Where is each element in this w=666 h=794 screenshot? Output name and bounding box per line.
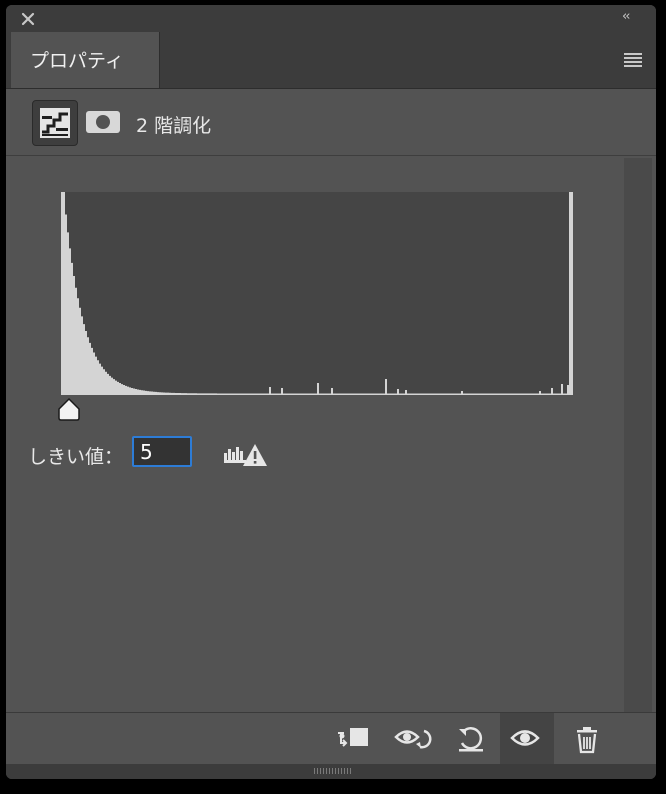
tab-properties[interactable]: プロパティ	[11, 32, 160, 88]
hamburger-menu-icon[interactable]	[624, 53, 642, 67]
reset-button[interactable]	[446, 713, 496, 765]
panel-title-bar: ‹‹	[6, 5, 656, 32]
toggle-visibility-button[interactable]	[500, 713, 554, 765]
footer-toolbar	[6, 712, 656, 765]
vertical-scrollbar[interactable]	[624, 158, 652, 712]
resize-grip-icon[interactable]	[314, 768, 352, 774]
double-chevron-left-icon[interactable]: ‹‹	[622, 9, 642, 27]
tab-properties-label: プロパティ	[30, 50, 124, 72]
delete-button[interactable]	[564, 713, 614, 765]
histogram-warning-icon[interactable]	[222, 439, 270, 469]
clip-to-layer-icon	[338, 728, 368, 747]
threshold-adjustment-icon[interactable]	[32, 100, 78, 146]
adjustment-title: 2 階調化	[136, 115, 212, 137]
threshold-value-input[interactable]	[132, 436, 192, 467]
eye-previous-icon	[394, 729, 432, 749]
panel-resize-bar[interactable]	[6, 764, 656, 779]
adjustment-header: 2 階調化	[6, 89, 656, 156]
histogram-background	[61, 192, 573, 395]
trash-icon	[577, 727, 597, 754]
threshold-slider-handle[interactable]	[57, 397, 81, 421]
view-previous-state-button[interactable]	[384, 713, 434, 765]
tab-bar: プロパティ	[6, 32, 656, 89]
properties-panel: ‹‹ プロパティ 2 階調化 しきい値：	[6, 5, 656, 779]
clip-to-layer-button[interactable]	[324, 713, 374, 765]
threshold-control: しきい値：	[28, 436, 428, 472]
close-icon[interactable]	[20, 11, 36, 27]
threshold-label: しきい値：	[28, 446, 124, 468]
eye-icon	[510, 730, 540, 746]
reset-icon	[459, 727, 483, 752]
histogram	[61, 192, 573, 395]
layer-mask-icon[interactable]	[86, 111, 120, 133]
